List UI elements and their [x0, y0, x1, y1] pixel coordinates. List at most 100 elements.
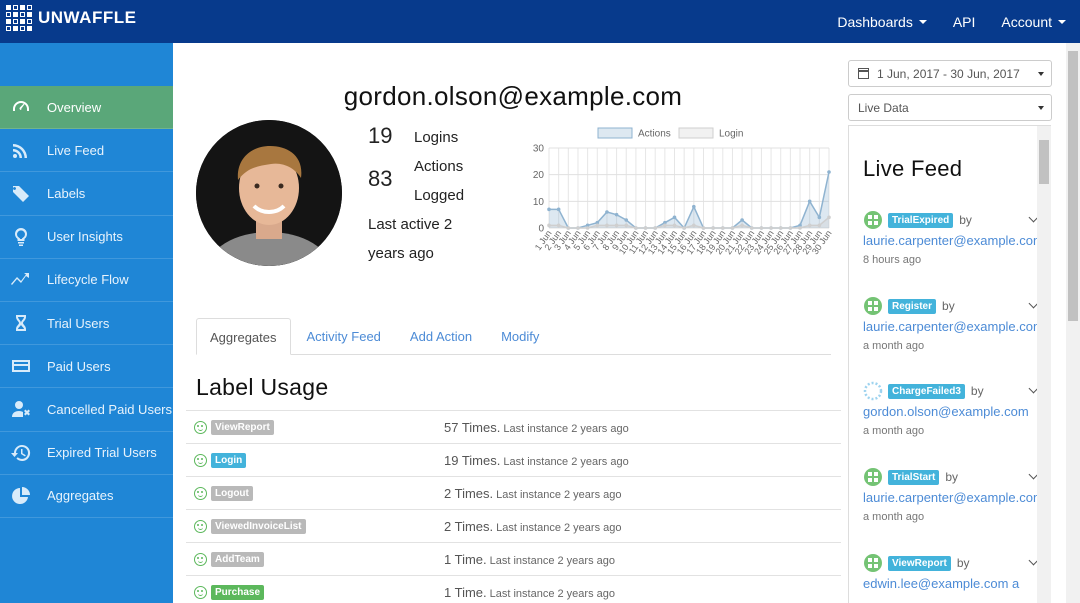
chart-point-login [624, 223, 629, 228]
user-email-heading: gordon.olson@example.com [343, 81, 683, 111]
sidebar-item-label: Cancelled Paid Users [47, 401, 173, 417]
sidebar-item-lifecycle-flow[interactable]: Lifecycle Flow [0, 259, 173, 302]
sidebar-item-label: Aggregates [47, 488, 114, 504]
waffle-user-icon [864, 211, 882, 229]
sidebar-item-label: Labels [47, 185, 86, 201]
label-badge[interactable]: ViewReport [211, 419, 274, 435]
caret-down-icon [918, 19, 927, 24]
sidebar-item-overview[interactable]: Overview [0, 86, 173, 130]
brand-logo[interactable]: UNWAFFLE [6, 5, 136, 31]
feed-user-email-link[interactable]: gordon.olson@example.com [863, 404, 1043, 419]
chart-point-login [759, 226, 764, 230]
page-scrollbar[interactable] [1066, 43, 1080, 603]
actions-count: 83 [368, 166, 393, 191]
label-badge[interactable]: AddTeam [211, 551, 264, 567]
label-badge[interactable]: ViewedInvoiceList [211, 518, 306, 534]
feed-user-email-link[interactable]: laurie.carpenter@example.com [863, 319, 1044, 334]
dashboards-menu[interactable]: Dashboards [837, 14, 927, 30]
sidebar-item-live-feed[interactable]: Live Feed [0, 129, 173, 173]
sidebar-item-label: Paid Users [47, 358, 111, 374]
label-badge[interactable]: Purchase [211, 584, 265, 600]
chart-point-actions [740, 218, 744, 222]
feed-timestamp: a month ago [863, 425, 925, 437]
top-navbar: UNWAFFLE Dashboards API Account [0, 0, 1080, 43]
smile-icon [194, 519, 207, 533]
top-nav-menu: Dashboards API Account [811, 0, 1066, 43]
smile-icon [194, 552, 207, 566]
label-badge[interactable]: Login [211, 452, 247, 468]
feed-user-email-link[interactable]: laurie.carpenter@example.com [863, 490, 1044, 505]
actions-label-line1: Actions [414, 158, 464, 175]
chart-point-actions [614, 212, 619, 217]
live-feed-item: ViewReport by edwin.lee@example.com a [863, 553, 1043, 597]
sidebar-item-expired-trial-users[interactable]: Expired Trial Users [0, 432, 173, 475]
table-row: AddTeam 1 Time. Last instance 2 years ago [186, 542, 841, 575]
chart-point-actions [692, 204, 696, 209]
feed-event-badge[interactable]: ChargeFailed3 [888, 383, 965, 399]
chart-point-login [576, 226, 580, 230]
chart-y-tick-label: 10 [533, 197, 545, 208]
page-scrollbar-thumb[interactable] [1068, 51, 1078, 321]
tab-aggregates[interactable]: Aggregates [196, 318, 291, 355]
chart-point-login [634, 226, 638, 230]
feed-by-text: by [959, 213, 972, 227]
sidebar-item-user-insights[interactable]: User Insights [0, 216, 173, 259]
rss-icon [10, 139, 32, 161]
sidebar-item-aggregates[interactable]: Aggregates [0, 475, 173, 518]
waffle-user-icon [864, 468, 882, 486]
label-badge[interactable]: Logout [211, 485, 253, 501]
chart-point-login [769, 226, 773, 230]
feed-event-badge[interactable]: ViewReport [888, 555, 951, 571]
trend-icon [10, 269, 32, 291]
usage-count: 2 Times. Last instance 2 years ago [444, 519, 621, 534]
activity-chart: 01020301 Jun2 Jun3 Jun4 Jun5 Jun6 Jun7 J… [533, 127, 834, 256]
sidebar-item-labels[interactable]: Labels [0, 172, 173, 216]
last-active-text: Last active 2 years ago [368, 216, 453, 262]
last-instance-text: Last instance 2 years ago [489, 587, 615, 600]
chart-point-login [682, 226, 686, 230]
sidebar-item-trial-users[interactable]: Trial Users [0, 302, 173, 346]
feed-user-email-link[interactable]: edwin.lee@example.com a [863, 576, 1043, 591]
feed-user-email-link[interactable]: laurie.carpenter@example.com [863, 233, 1044, 248]
chart-point-login [827, 215, 831, 220]
label-usage-title: Label Usage [196, 374, 329, 400]
tab-modify[interactable]: Modify [488, 318, 552, 355]
feed-timestamp: a month ago [863, 511, 925, 523]
last-instance-text: Last instance 2 years ago [496, 521, 622, 534]
chart-point-actions [605, 210, 609, 214]
sidebar-item-cancelled-paid-users[interactable]: Cancelled Paid Users [0, 388, 173, 432]
feed-by-text: by [942, 299, 955, 313]
chart-point-login [720, 226, 725, 230]
data-source-select[interactable]: Live Data [848, 94, 1052, 121]
actions-label: Actions Logged [414, 152, 464, 210]
data-source-value: Live Data [858, 100, 909, 115]
api-link[interactable]: API [953, 14, 976, 30]
sidebar-item-paid-users[interactable]: Paid Users [0, 345, 173, 389]
live-feed-item: Register by laurie.carpenter@example.com a … [863, 296, 1044, 352]
usage-count: 2 Times. Last instance 2 years ago [444, 486, 621, 501]
scrollbar-thumb[interactable] [1039, 140, 1049, 184]
tab-activity-feed[interactable]: Activity Feed [294, 318, 394, 355]
chart-point-actions [672, 215, 677, 220]
feed-timestamp: 8 hours ago [863, 254, 922, 266]
api-label: API [952, 13, 976, 30]
date-range-picker[interactable]: 1 Jun, 2017 - 30 Jun, 2017 [848, 60, 1052, 87]
feed-event-badge[interactable]: Register [888, 298, 937, 314]
main-content: gordon.olson@example.com 19 Logins 83 Ac… [173, 43, 841, 603]
chart-point-login [653, 226, 658, 230]
tab-add-action[interactable]: Add Action [397, 318, 485, 355]
chart-point-login [663, 223, 667, 228]
caret-down-icon [1058, 19, 1066, 24]
waffle-logo-icon [6, 5, 32, 31]
live-feed-scrollbar[interactable] [1037, 126, 1051, 603]
feed-event-badge[interactable]: TrialExpired [888, 212, 954, 228]
account-menu[interactable]: Account [1001, 14, 1066, 30]
smile-icon [194, 486, 207, 500]
chart-point-login [711, 226, 715, 230]
live-feed-title: Live Feed [863, 156, 963, 181]
label-usage-table: ViewReport 57 Times. Last instance 2 years… [186, 410, 841, 603]
feed-by-text: by [945, 470, 959, 484]
hourglass-icon [10, 312, 32, 334]
feed-event-badge[interactable]: TrialStart [888, 469, 940, 485]
usage-count: 19 Times. Last instance 2 years ago [444, 453, 629, 468]
